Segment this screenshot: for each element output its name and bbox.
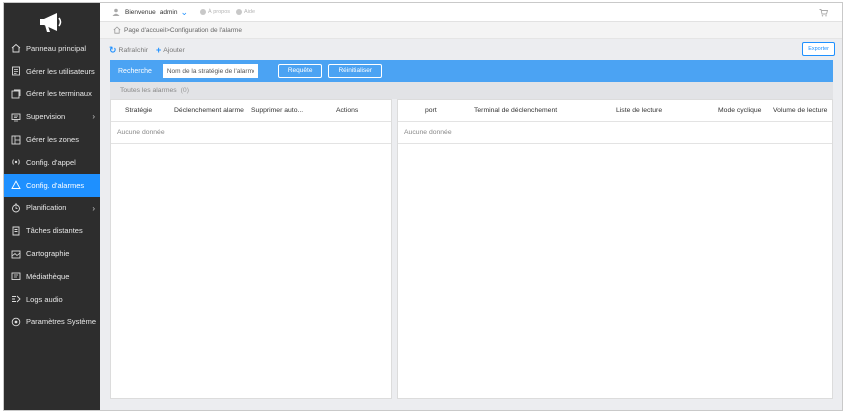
search-input[interactable] [162, 64, 258, 78]
about-link[interactable]: À propos [200, 9, 230, 15]
alarm-detail-table: port Terminal de déclenchement Liste de … [397, 99, 833, 399]
app-window: Panneau principal Gérer les utilisateurs… [3, 2, 843, 411]
breadcrumb-text[interactable]: Page d'accueil>Configuration de l'alarme [124, 27, 242, 34]
sidebar-item-label: Médiathèque [26, 271, 70, 281]
tab-label: Toutes les alarmes [120, 87, 177, 94]
table-header: port Terminal de déclenchement Liste de … [398, 100, 832, 122]
sidebar-item-label: Cartographie [26, 249, 70, 259]
info-icon [200, 9, 206, 15]
sidebar-item-mediatheque[interactable]: Médiathèque [4, 265, 100, 288]
add-label: Ajouter [163, 46, 185, 54]
sidebar-item-label: Logs audio [26, 294, 63, 304]
sidebar-item-label: Gérer les terminaux [26, 89, 92, 99]
sidebar-item-taches-distantes[interactable]: Tâches distantes [4, 219, 100, 242]
sidebar-item-gerer-terminaux[interactable]: Gérer les terminaux [4, 83, 100, 106]
column-header[interactable]: Volume de lecture [773, 107, 827, 114]
column-header[interactable]: Déclenchement alarme [174, 107, 244, 114]
sidebar-item-label: Panneau principal [26, 43, 87, 53]
column-header[interactable]: Liste de lecture [616, 107, 662, 114]
table-header: Stratégie Déclenchement alarme Supprimer… [111, 100, 391, 122]
tab-count: (0) [180, 87, 189, 94]
settings-icon [11, 317, 21, 327]
notification-icon[interactable] [819, 8, 828, 17]
sidebar-item-parametres-systeme[interactable]: Paramètres Système [4, 311, 100, 334]
query-button[interactable]: Requête [277, 64, 323, 78]
column-header[interactable]: Stratégie [125, 107, 152, 114]
sidebar-item-gerer-utilisateurs[interactable]: Gérer les utilisateurs [4, 60, 100, 83]
about-label: À propos [208, 9, 231, 15]
sidebar-item-label: Paramètres Système [26, 317, 97, 327]
breadcrumb: Page d'accueil>Configuration de l'alarme [100, 22, 842, 39]
sidebar-item-cartographie[interactable]: Cartographie [4, 242, 100, 265]
sidebar-nav: Panneau principal Gérer les utilisateurs… [4, 37, 100, 333]
sidebar-item-config-alarmes[interactable]: Config. d'alarmes [4, 173, 100, 197]
empty-state: Aucune donnée [111, 122, 391, 144]
plus-icon: + [156, 45, 162, 55]
strategy-table: Stratégie Déclenchement alarme Supprimer… [110, 99, 392, 399]
chevron-right-icon: › [92, 203, 95, 213]
media-icon [11, 271, 21, 281]
chevron-right-icon: › [92, 112, 95, 122]
sidebar-item-label: Gérer les zones [26, 135, 79, 145]
column-header[interactable]: Actions [336, 107, 358, 114]
top-header: Bienvenue admin ⌄ À propos Aide [100, 3, 842, 22]
reset-button[interactable]: Réinitialiser [328, 64, 383, 78]
log-icon [11, 294, 21, 304]
sidebar-item-supervision[interactable]: Supervision › [4, 105, 100, 128]
column-header[interactable]: Terminal de déclenchement [474, 107, 557, 114]
sidebar-item-logs-audio[interactable]: Logs audio [4, 288, 100, 311]
toolbar: ↻ Rafraîchir + Ajouter Exporter [109, 40, 835, 60]
task-icon [11, 226, 21, 236]
search-label: Recherche [118, 67, 152, 75]
search-bar: Recherche Requête Réinitialiser [110, 60, 833, 82]
sidebar-item-label: Config. d'appel [26, 157, 76, 167]
refresh-icon: ↻ [109, 44, 117, 55]
alarm-icon [11, 180, 21, 190]
help-icon [236, 9, 243, 15]
sidebar-item-panneau-principal[interactable]: Panneau principal [4, 37, 100, 60]
sidebar-item-config-appel[interactable]: Config. d'appel [4, 151, 100, 174]
megaphone-logo-icon [40, 13, 62, 32]
sidebar-item-label: Tâches distantes [26, 226, 83, 236]
broadcast-icon [11, 157, 21, 167]
empty-state: Aucune donnée [398, 122, 832, 144]
welcome-text: Bienvenue [125, 8, 156, 16]
sidebar-item-label: Planification [26, 203, 67, 213]
sidebar-item-label: Config. d'alarmes [26, 180, 85, 190]
user-icon [112, 8, 120, 16]
column-header[interactable]: port [425, 107, 437, 114]
username[interactable]: admin [160, 9, 178, 16]
home-icon[interactable] [113, 26, 121, 34]
user-list-icon [11, 66, 21, 76]
sidebar: Panneau principal Gérer les utilisateurs… [4, 3, 100, 410]
zone-icon [11, 135, 21, 145]
help-label: Aide [244, 9, 256, 15]
tab-all-alarms[interactable]: Toutes les alarmes (0) [110, 82, 833, 99]
sidebar-item-planification[interactable]: Planification › [4, 197, 100, 220]
export-button[interactable]: Exporter [802, 42, 835, 56]
sidebar-item-gerer-zones[interactable]: Gérer les zones [4, 128, 100, 151]
terminal-icon [11, 89, 21, 99]
refresh-label: Rafraîchir [118, 46, 149, 54]
sidebar-item-label: Supervision [26, 112, 66, 122]
help-link[interactable]: Aide [236, 9, 255, 15]
sidebar-item-label: Gérer les utilisateurs [26, 66, 95, 76]
monitor-icon [11, 112, 21, 122]
column-header[interactable]: Mode cyclique [718, 107, 761, 114]
clock-icon [11, 203, 21, 213]
column-header[interactable]: Supprimer auto... [251, 107, 303, 114]
home-icon [11, 43, 21, 53]
refresh-button[interactable]: ↻ Rafraîchir [109, 45, 148, 56]
map-icon [11, 249, 21, 259]
add-button[interactable]: + Ajouter [156, 45, 185, 55]
chevron-down-icon[interactable]: ⌄ [180, 7, 188, 18]
